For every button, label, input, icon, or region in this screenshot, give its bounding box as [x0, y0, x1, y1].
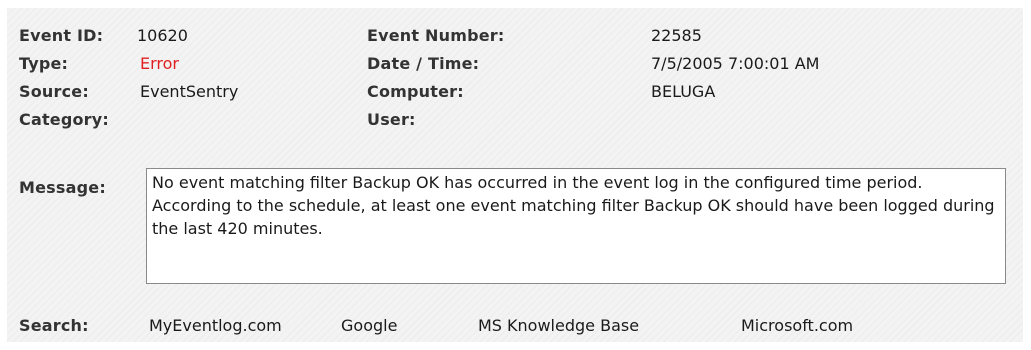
event-number-value: 22585: [651, 26, 702, 45]
category-label: Category:: [19, 110, 110, 129]
search-link-myeventlog[interactable]: MyEventlog.com: [149, 316, 282, 336]
datetime-value: 7/5/2005 7:00:01 AM: [651, 54, 820, 73]
message-box: No event matching filter Backup OK has o…: [146, 168, 1006, 284]
search-link-microsoft[interactable]: Microsoft.com: [741, 316, 853, 336]
datetime-label: Date / Time:: [367, 54, 480, 73]
search-link-ms-knowledge-base[interactable]: MS Knowledge Base: [478, 316, 639, 336]
source-value: EventSentry: [140, 82, 239, 101]
user-label: User:: [367, 110, 416, 129]
type-label: Type:: [19, 54, 69, 73]
event-id-label: Event ID:: [19, 26, 104, 45]
type-value: Error: [140, 54, 179, 73]
computer-label: Computer:: [367, 82, 464, 101]
search-link-google[interactable]: Google: [341, 316, 397, 336]
message-label: Message:: [19, 178, 106, 197]
source-label: Source:: [19, 82, 89, 101]
event-id-value: 10620: [137, 26, 188, 45]
search-label: Search:: [19, 316, 89, 335]
computer-value: BELUGA: [651, 82, 716, 101]
event-number-label: Event Number:: [367, 26, 505, 45]
